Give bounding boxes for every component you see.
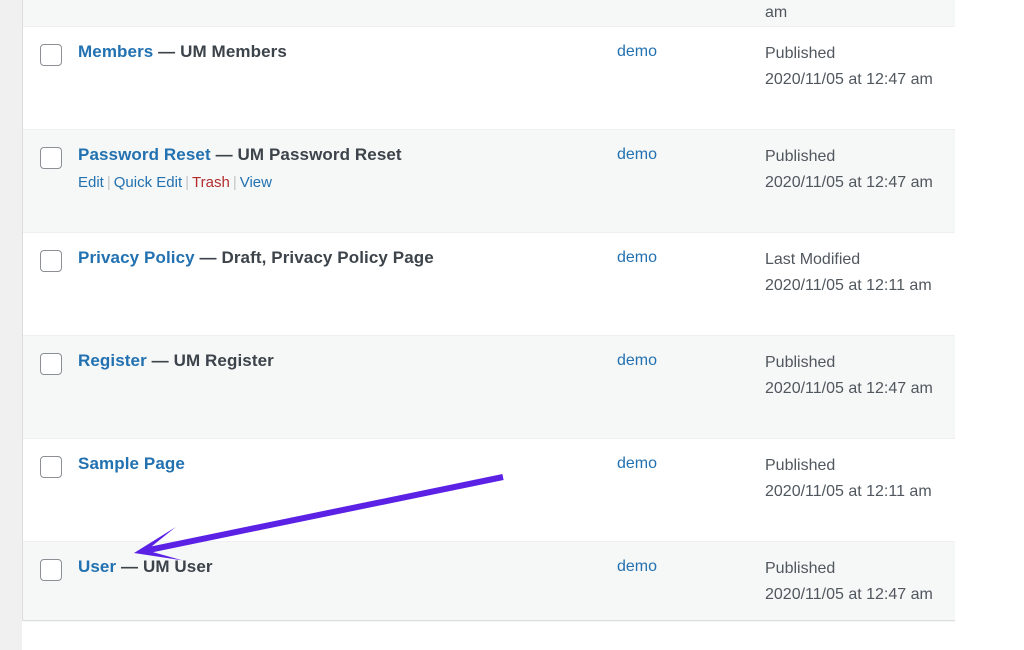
date-value: am xyxy=(765,0,933,26)
row-title-cell: Register — UM Register xyxy=(78,336,617,372)
row-action-quick-edit[interactable]: Quick Edit xyxy=(114,174,182,191)
row-select-checkbox[interactable] xyxy=(40,44,62,66)
row-author-cell: demo xyxy=(617,233,765,269)
date-status-label: Published xyxy=(765,453,943,479)
row-author-cell: demo xyxy=(617,542,765,578)
row-date-cell: Last Modified2020/11/05 at 12:11 am xyxy=(765,233,955,299)
row-action-edit[interactable]: Edit xyxy=(78,174,104,191)
row-title-line: Register — UM Register xyxy=(78,349,617,372)
pages-list-screen: amMembers — UM MembersdemoPublished2020/… xyxy=(0,0,1024,650)
table-row: Password Reset — UM Password ResetEdit|Q… xyxy=(23,130,955,233)
date-value: 2020/11/05 at 12:11 am xyxy=(765,273,933,299)
row-title-cell: Privacy Policy — Draft, Privacy Policy P… xyxy=(78,233,617,269)
page-title-suffix: — UM User xyxy=(121,557,213,576)
row-action-view[interactable]: View xyxy=(240,174,272,191)
row-checkbox-cell xyxy=(23,27,78,66)
row-checkbox-cell xyxy=(23,0,78,17)
date-status-label: Last Modified xyxy=(765,247,943,273)
date-value: 2020/11/05 at 12:11 am xyxy=(765,479,933,505)
row-title-line: Members — UM Members xyxy=(78,40,617,63)
row-date-cell: Published2020/11/05 at 12:47 am xyxy=(765,27,955,93)
author-link[interactable]: demo xyxy=(617,455,657,472)
page-title-link[interactable]: Privacy Policy xyxy=(78,248,195,267)
author-link[interactable]: demo xyxy=(617,146,657,163)
row-select-checkbox[interactable] xyxy=(40,147,62,169)
row-author-cell: demo xyxy=(617,336,765,372)
row-title-line: User — UM User xyxy=(78,555,617,578)
row-select-checkbox[interactable] xyxy=(40,456,62,478)
row-date-cell: Published2020/11/05 at 12:47 am xyxy=(765,542,955,608)
table-row: Sample Page demo Published2020/11/05 at 12… xyxy=(23,439,955,542)
row-author-cell: demo xyxy=(617,27,765,63)
row-title-cell: Sample Page xyxy=(78,439,617,475)
row-action-separator: | xyxy=(182,174,192,191)
page-title-link[interactable]: User xyxy=(78,557,116,576)
row-date-cell: Published2020/11/05 at 12:47 am xyxy=(765,130,955,196)
author-link[interactable]: demo xyxy=(617,43,657,60)
pages-list-table: amMembers — UM MembersdemoPublished2020/… xyxy=(22,0,955,621)
table-row: User — UM UserdemoPublished2020/11/05 at… xyxy=(23,542,955,622)
row-select-checkbox[interactable] xyxy=(40,559,62,581)
date-value: 2020/11/05 at 12:47 am xyxy=(765,376,933,402)
author-link[interactable]: demo xyxy=(617,352,657,369)
row-checkbox-cell xyxy=(23,336,78,375)
page-title-link[interactable]: Register xyxy=(78,351,147,370)
row-author-cell: demo xyxy=(617,439,765,475)
row-date-cell: am xyxy=(765,0,955,26)
row-title-line: Privacy Policy — Draft, Privacy Policy P… xyxy=(78,246,617,269)
page-title-suffix: — UM Members xyxy=(158,42,287,61)
row-title-cell: Password Reset — UM Password ResetEdit|Q… xyxy=(78,130,617,193)
row-checkbox-cell xyxy=(23,439,78,478)
row-actions: Edit|Quick Edit|Trash|View xyxy=(78,172,617,193)
page-title-link[interactable]: Password Reset xyxy=(78,145,211,164)
date-status-label: Published xyxy=(765,144,943,170)
row-title-line: Sample Page xyxy=(78,452,617,475)
page-title-suffix: — UM Register xyxy=(152,351,274,370)
table-row: Register — UM RegisterdemoPublished2020/… xyxy=(23,336,955,439)
row-title-cell: User — UM User xyxy=(78,542,617,578)
row-date-cell: Published2020/11/05 at 12:11 am xyxy=(765,439,955,505)
page-title-link[interactable]: Sample Page xyxy=(78,454,185,473)
table-bottom-border xyxy=(22,620,955,621)
author-link[interactable]: demo xyxy=(617,249,657,266)
row-checkbox-cell xyxy=(23,130,78,169)
table-row: Members — UM MembersdemoPublished2020/11… xyxy=(23,27,955,130)
row-action-separator: | xyxy=(104,174,114,191)
admin-left-gutter xyxy=(0,0,22,650)
page-title-suffix: — Draft, Privacy Policy Page xyxy=(200,248,434,267)
row-action-trash[interactable]: Trash xyxy=(192,174,230,191)
row-author-cell: demo xyxy=(617,130,765,166)
row-date-cell: Published2020/11/05 at 12:47 am xyxy=(765,336,955,402)
table-row: Privacy Policy — Draft, Privacy Policy P… xyxy=(23,233,955,336)
page-title-link[interactable]: Members xyxy=(78,42,153,61)
table-row: am xyxy=(23,0,955,27)
date-value: 2020/11/05 at 12:47 am xyxy=(765,170,933,196)
row-title-line: Password Reset — UM Password Reset xyxy=(78,143,617,166)
row-select-checkbox[interactable] xyxy=(40,353,62,375)
page-title-suffix: — UM Password Reset xyxy=(216,145,402,164)
date-status-label: Published xyxy=(765,556,943,582)
row-select-checkbox[interactable] xyxy=(40,250,62,272)
date-status-label: Published xyxy=(765,41,943,67)
row-title-cell: Members — UM Members xyxy=(78,27,617,63)
date-value: 2020/11/05 at 12:47 am xyxy=(765,67,933,93)
row-checkbox-cell xyxy=(23,542,78,581)
row-action-separator: | xyxy=(230,174,240,191)
date-status-label: Published xyxy=(765,350,943,376)
date-value: 2020/11/05 at 12:47 am xyxy=(765,582,933,608)
author-link[interactable]: demo xyxy=(617,558,657,575)
row-checkbox-cell xyxy=(23,233,78,272)
